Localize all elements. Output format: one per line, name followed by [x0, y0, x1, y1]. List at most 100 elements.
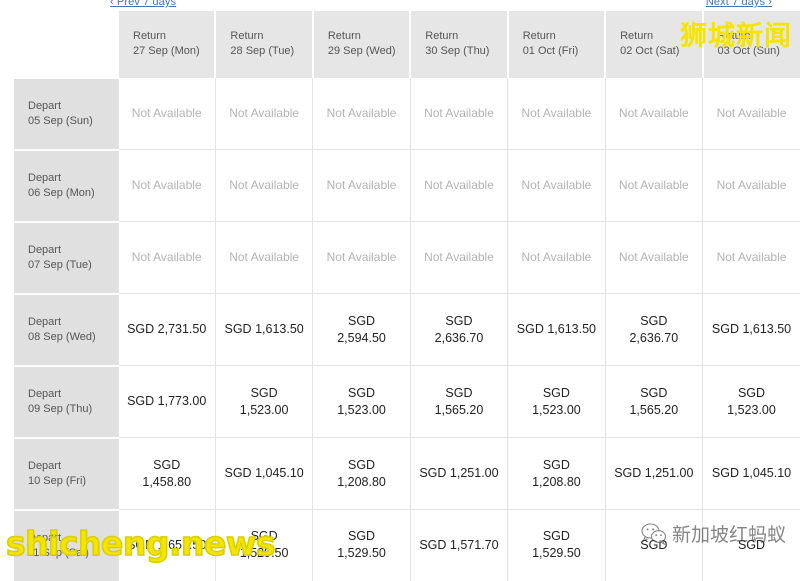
column-header-6[interactable]: Return 03 Oct (Sun)	[701, 11, 800, 78]
row-header-label: Depart	[28, 387, 62, 400]
column-header-4[interactable]: Return 01 Oct (Fri)	[506, 11, 606, 78]
column-header-date: 02 Oct (Sat)	[620, 45, 680, 57]
fare-currency: SGD	[640, 537, 668, 552]
fare-cell-unavailable: Not Available	[312, 77, 411, 150]
fare-unavailable-label: Not Available	[131, 178, 202, 192]
fare-unavailable-label: Not Available	[716, 250, 787, 264]
fare-currency: SGD	[348, 385, 376, 400]
row-header-date: 08 Sep (Wed)	[28, 330, 96, 343]
row-header-date: 06 Sep (Mon)	[28, 186, 95, 199]
fare-amount: 1,251.00	[449, 466, 499, 480]
table-row: Depart 09 Sep (Thu) SGD 1,773.00 SGD 1,523.0…	[0, 364, 800, 438]
fare-cell[interactable]: SGD 1,529.50	[214, 509, 313, 581]
row-header-date: 09 Sep (Thu)	[28, 402, 93, 415]
fare-cell-unavailable: Not Available	[507, 221, 606, 294]
fare-cell[interactable]: SGD 2,636.70	[604, 293, 703, 366]
fare-currency: SGD	[127, 537, 155, 552]
fare-cell[interactable]: SGD 1,651.50	[117, 509, 216, 581]
row-header-6[interactable]: Depart 11 Sep (Sat)	[0, 508, 118, 581]
fare-cell[interactable]: SGD 1,045.10	[214, 437, 313, 510]
row-header-0[interactable]: Depart 05 Sep (Sun)	[0, 76, 118, 150]
fare-cell[interactable]: SGD 1,529.50	[507, 509, 606, 581]
column-header-5[interactable]: Return 02 Oct (Sat)	[604, 11, 703, 78]
prev-7-days-link[interactable]: ‹ Prev 7 days	[110, 0, 176, 8]
column-header-label: Return	[230, 30, 264, 42]
fare-cell[interactable]: SGD 1,613.50	[702, 293, 800, 366]
fare-cell[interactable]: SGD 2,731.50	[117, 293, 216, 366]
fare-amount: 1,251.00	[644, 466, 694, 480]
fare-unavailable-label: Not Available	[618, 178, 689, 192]
fare-cell[interactable]: SGD	[604, 509, 703, 581]
fare-cell[interactable]: SGD 1,523.00	[702, 365, 800, 438]
fare-cell-unavailable: Not Available	[117, 221, 216, 294]
fare-cell[interactable]: SGD 1,773.00	[117, 365, 216, 438]
fare-currency: SGD	[250, 385, 278, 400]
fare-currency: SGD	[516, 322, 544, 336]
fare-matrix-header: Return 27 Sep (Mon) Return 28 Sep (Tue) …	[7, 11, 800, 78]
row-header-1[interactable]: Depart 06 Sep (Mon)	[0, 148, 118, 222]
table-row: Depart 11 Sep (Sat) SGD 1,651.50 SGD 1,529.5…	[0, 508, 800, 581]
fare-cell-unavailable: Not Available	[507, 149, 606, 222]
fare-unavailable-label: Not Available	[326, 250, 397, 264]
fare-cell[interactable]: SGD 1,458.80	[117, 437, 216, 510]
fare-amount: 1,529.50	[532, 546, 581, 561]
row-header-label: Depart	[28, 459, 62, 472]
fare-cell[interactable]: SGD 1,529.50	[312, 509, 411, 581]
table-row: Depart 06 Sep (Mon) Not Available Not Avail…	[0, 148, 800, 222]
fare-unavailable-label: Not Available	[521, 178, 592, 192]
column-header-label: Return	[425, 30, 459, 42]
row-header-date: 11 Sep (Sat)	[28, 546, 89, 559]
fare-cell[interactable]: SGD 1,523.00	[312, 365, 411, 438]
column-header-date: 27 Sep (Mon)	[133, 45, 200, 57]
fare-cell-unavailable: Not Available	[214, 149, 313, 222]
table-row: Depart 05 Sep (Sun) Not Available Not Avail…	[0, 76, 800, 150]
row-header-label: Depart	[28, 531, 62, 544]
fare-cell[interactable]: SGD 1,045.10	[702, 437, 800, 510]
fare-unavailable-label: Not Available	[716, 106, 787, 120]
fare-unavailable-label: Not Available	[229, 178, 300, 192]
fare-amount: 1,651.50	[157, 537, 207, 552]
date-navigation-bar: ‹ Prev 7 days Next 7 days ›	[0, 0, 800, 11]
fare-cell[interactable]: SGD 1,251.00	[409, 437, 508, 510]
fare-unavailable-label: Not Available	[229, 250, 300, 264]
fare-cell[interactable]: SGD 2,594.50	[312, 293, 411, 366]
fare-cell[interactable]: SGD 1,613.50	[507, 293, 606, 366]
fare-cell-unavailable: Not Available	[117, 149, 216, 222]
row-header-3[interactable]: Depart 08 Sep (Wed)	[0, 292, 118, 366]
row-header-4[interactable]: Depart 09 Sep (Thu)	[0, 364, 118, 438]
column-header-2[interactable]: Return 29 Sep (Wed)	[311, 11, 411, 78]
row-header-date: 07 Sep (Tue)	[28, 258, 92, 271]
fare-unavailable-label: Not Available	[131, 250, 202, 264]
fare-cell[interactable]: SGD 1,251.00	[604, 437, 703, 510]
fare-cell[interactable]: SGD 1,565.20	[604, 365, 703, 438]
fare-unavailable-label: Not Available	[229, 106, 300, 120]
fare-currency: SGD	[348, 457, 376, 472]
fare-unavailable-label: Not Available	[618, 106, 689, 120]
fare-cell-unavailable: Not Available	[312, 149, 411, 222]
fare-cell[interactable]: SGD 1,208.80	[507, 437, 606, 510]
fare-matrix-table: Return 27 Sep (Mon) Return 28 Sep (Tue) …	[0, 11, 800, 581]
fare-currency: SGD	[640, 385, 668, 400]
fare-cell[interactable]: SGD 1,565.20	[409, 365, 508, 438]
fare-cell[interactable]: SGD 1,571.70	[409, 509, 508, 581]
fare-amount: 2,636.70	[434, 330, 484, 345]
column-header-1[interactable]: Return 28 Sep (Tue)	[214, 11, 313, 78]
row-header-2[interactable]: Depart 07 Sep (Tue)	[0, 220, 118, 294]
fare-currency: SGD	[419, 537, 447, 552]
fare-cell[interactable]: SGD	[702, 509, 800, 581]
column-header-0[interactable]: Return 27 Sep (Mon)	[116, 11, 216, 78]
fare-cell[interactable]: SGD 1,208.80	[312, 437, 411, 510]
next-7-days-link[interactable]: Next 7 days ›	[706, 0, 772, 8]
table-row: Depart 10 Sep (Fri) SGD 1,458.80 SGD 1,045.1…	[0, 436, 800, 510]
fare-cell[interactable]: SGD 1,613.50	[214, 293, 313, 366]
table-row: Depart 07 Sep (Tue) Not Available Not Avail…	[0, 220, 800, 294]
fare-amount: 1,045.10	[742, 466, 792, 480]
column-header-3[interactable]: Return 30 Sep (Thu)	[409, 11, 508, 78]
fare-currency: SGD	[542, 529, 570, 544]
fare-currency: SGD	[153, 457, 181, 472]
fare-cell[interactable]: SGD 1,523.00	[507, 365, 606, 438]
row-header-5[interactable]: Depart 10 Sep (Fri)	[0, 436, 118, 510]
fare-currency: SGD	[614, 466, 642, 480]
fare-cell[interactable]: SGD 2,636.70	[409, 293, 508, 366]
fare-cell[interactable]: SGD 1,523.00	[214, 365, 313, 438]
